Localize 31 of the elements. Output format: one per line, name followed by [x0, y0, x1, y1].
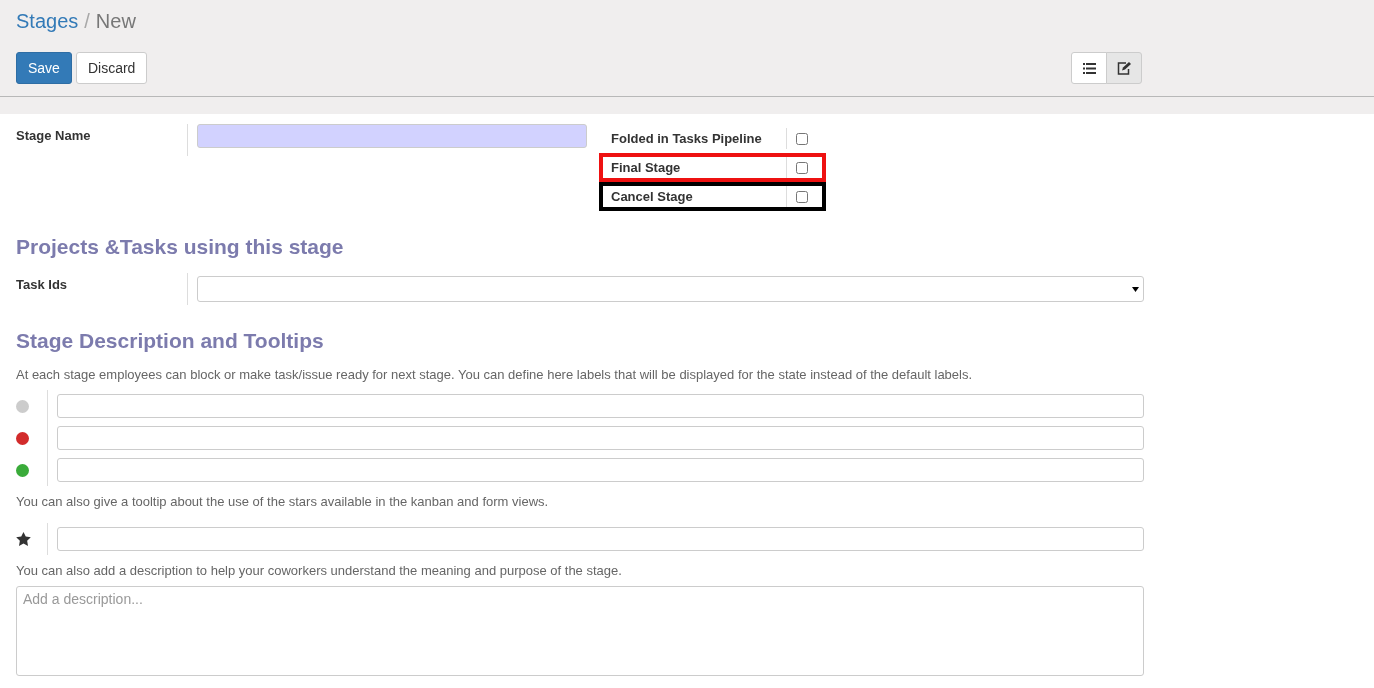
list-icon — [1082, 62, 1096, 74]
checkbox[interactable] — [796, 132, 808, 145]
field-label: Task Ids — [16, 273, 188, 305]
form-view-button[interactable] — [1106, 52, 1142, 84]
section-title: Projects &Tasks using this stage — [16, 235, 345, 259]
breadcrumb-separator: / — [84, 9, 90, 33]
input-field[interactable] — [57, 458, 1144, 482]
list-view-button[interactable] — [1071, 52, 1107, 84]
checkbox[interactable] — [796, 161, 808, 174]
help-text: At each stage employees can block or make task/issue ready for next stage. You can define here labels that will be displayed for the state instead of the default labels. — [16, 367, 974, 382]
help-text: You can also add a description to help your coworkers understand the meaning and purpose of the stage. — [16, 563, 623, 578]
input-field[interactable] — [57, 527, 1144, 551]
field-label: Stage Name — [16, 124, 188, 156]
field-label: Cancel Stage — [611, 186, 787, 207]
input-field[interactable] — [57, 394, 1144, 418]
field-label: Final Stage — [611, 157, 787, 178]
discard-button[interactable]: Discard — [75, 52, 148, 84]
breadcrumb-link[interactable]: Stages — [16, 9, 79, 33]
input-field[interactable] — [57, 426, 1144, 450]
stage-name-field[interactable] — [197, 124, 587, 148]
description-field[interactable]: Add a description... — [16, 586, 1144, 676]
breadcrumb-current: New — [95, 9, 136, 33]
caret-icon — [1132, 286, 1139, 292]
save-button[interactable]: Save — [16, 52, 72, 84]
select-field[interactable] — [197, 276, 1144, 302]
help-text: You can also give a tooltip about the use of the stars available in the kanban and form views. — [16, 494, 550, 509]
field-label: Folded in Tasks Pipeline — [611, 128, 787, 149]
section-title: Stage Description and Tooltips — [16, 329, 325, 353]
checkbox[interactable] — [796, 190, 808, 203]
star-icon — [16, 532, 31, 546]
edit-icon — [1117, 61, 1131, 75]
